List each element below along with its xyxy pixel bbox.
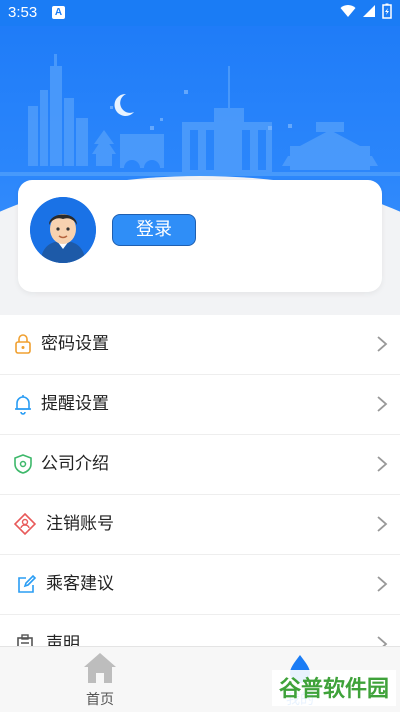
login-button[interactable]: 登录 (112, 214, 196, 246)
status-time: 3:53 (8, 4, 38, 21)
menu-item-label: 公司介绍 (41, 454, 109, 474)
avatar[interactable] (30, 197, 96, 263)
avatar-person-icon (30, 197, 96, 263)
edit-icon (18, 574, 37, 593)
battery-icon (382, 3, 392, 19)
lock-icon (15, 334, 31, 354)
notification-app-icon: A (52, 6, 65, 19)
user-diamond-icon (14, 513, 36, 535)
menu-item-company-intro[interactable]: 公司介绍 (0, 435, 400, 495)
menu-item-reminder-settings[interactable]: 提醒设置 (0, 375, 400, 435)
signal-icon (363, 5, 375, 17)
tab-home[interactable]: 首页 (60, 649, 140, 709)
bell-icon (15, 395, 31, 415)
tab-home-label: 首页 (86, 692, 114, 708)
menu-item-passenger-suggestion[interactable]: 乘客建议 (0, 555, 400, 615)
menu-item-label: 注销账号 (46, 514, 114, 534)
wifi-icon (340, 5, 356, 18)
menu-item-label: 乘客建议 (46, 574, 114, 594)
menu-item-cancel-account[interactable]: 注销账号 (0, 495, 400, 555)
shield-icon (14, 454, 32, 474)
menu-item-password-settings[interactable]: 密码设置 (0, 315, 400, 375)
chevron-right-icon (377, 576, 388, 592)
settings-menu: 密码设置 提醒设置 公司介绍 注销账号 乘客建议 声明 (0, 315, 400, 675)
status-icons (340, 3, 392, 19)
menu-item-label: 提醒设置 (41, 394, 109, 414)
chevron-right-icon (377, 336, 388, 352)
menu-item-label: 密码设置 (41, 334, 109, 354)
chevron-right-icon (377, 516, 388, 532)
chevron-right-icon (377, 396, 388, 412)
chevron-right-icon (377, 456, 388, 472)
home-icon (84, 653, 116, 683)
watermark-text: 谷普软件园 (279, 676, 389, 702)
status-bar: 3:53 A (0, 0, 400, 26)
moon-icon (114, 93, 134, 116)
watermark-logo: 谷普软件园 (272, 670, 396, 706)
profile-card: 登录 (18, 180, 382, 292)
